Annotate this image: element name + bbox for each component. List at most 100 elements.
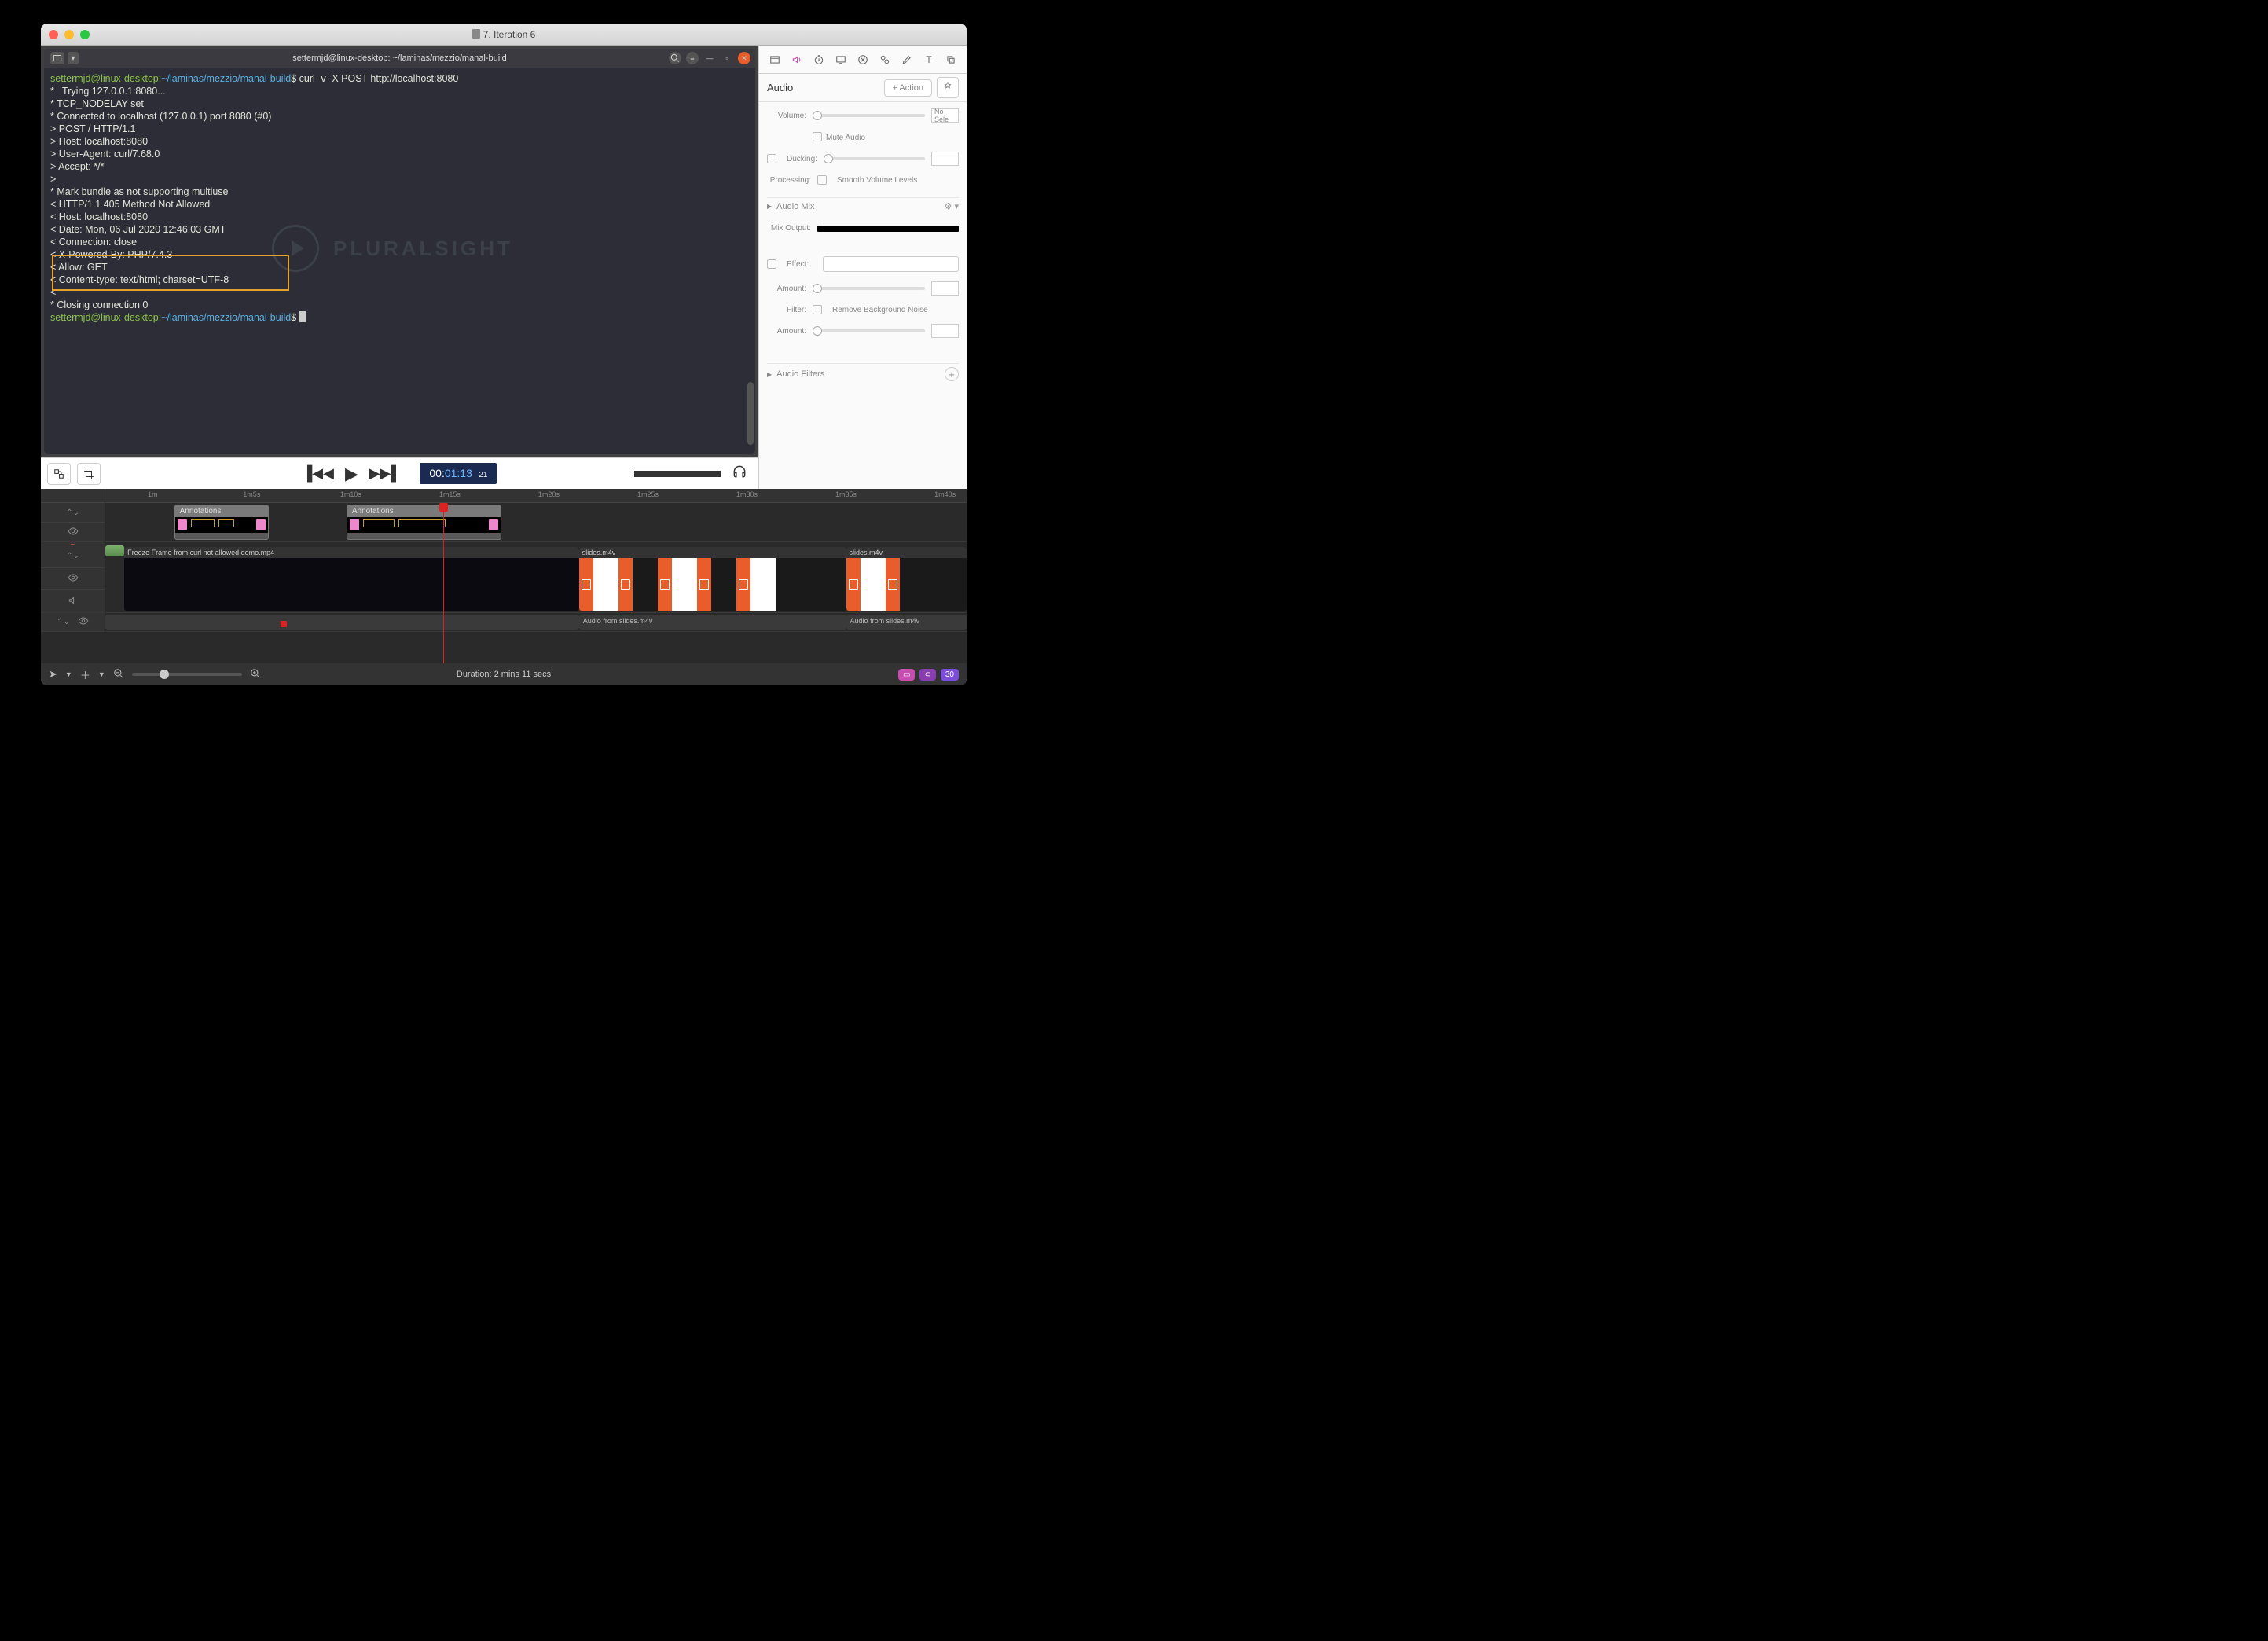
skip-forward-button[interactable]: ▶▶▌ [369,465,401,482]
chevron-down-icon[interactable]: ▼ [98,670,105,678]
video-tab-icon[interactable] [769,53,781,67]
effect-amount-value[interactable] [931,281,959,296]
menu-icon[interactable]: ≡ [686,52,699,64]
cursor [299,311,306,322]
audio-tab-icon[interactable] [791,53,803,67]
timeline-tracks[interactable]: ⌃⌄ Annotations Annotations 🔇 ⌃⌄ [41,503,967,663]
link-tab-icon[interactable] [879,53,891,67]
eye-icon[interactable] [78,615,89,629]
video-clip[interactable]: Freeze Frame from curl not allowed demo.… [124,547,579,611]
inspector-panel: Audio + Action Volume: No Sele Mute Audi… [758,46,967,489]
headphones-icon[interactable] [732,464,747,483]
skip-back-button[interactable]: ▐◀◀ [303,465,334,482]
filter-amount-value[interactable] [931,324,959,338]
effect-amount-slider[interactable] [813,287,925,290]
track-head-video[interactable]: ⌃⌄ [41,545,105,612]
add-filter-button[interactable]: + [945,367,959,381]
search-icon[interactable] [669,52,681,64]
eye-icon[interactable] [68,572,79,586]
maximize-icon[interactable]: ▫ [721,52,733,64]
preset-button[interactable] [937,77,959,98]
amount-label: Amount: [767,285,806,293]
callout-tab-icon[interactable] [857,53,869,67]
terminal-dropdown-icon[interactable]: ▾ [68,52,79,64]
annotation-clip[interactable]: Annotations [174,505,270,540]
filter-amount-slider[interactable] [813,329,925,332]
window-title: 7. Iteration 6 [41,29,967,40]
timeline-toolbar: ➤ ▼ ＋ ▼ Duration: 2 mins 11 secs ▭ ⊂ 30 [41,663,967,685]
ducking-value[interactable] [931,152,959,166]
effect-checkbox[interactable] [767,259,776,269]
video-clip[interactable]: slides.m4v [579,547,846,611]
zoom-out-icon[interactable] [113,668,124,681]
noise-checkbox[interactable] [813,305,822,314]
playback-bar: ▐◀◀ ▶ ▶▶▌ 00:01:13 21 [41,457,758,489]
screen-tab-icon[interactable] [835,53,847,67]
chevron-icon[interactable]: ⌃⌄ [66,508,79,517]
canvas-area[interactable]: ▾ settermjd@linux-desktop: ~/laminas/mez… [41,46,758,457]
chevron-down-icon[interactable]: ▼ [65,670,72,678]
crop-button[interactable] [77,463,101,485]
ducking-checkbox[interactable] [767,154,776,163]
audio-clip[interactable] [105,615,579,630]
track-head-audio[interactable]: ⌃⌄ [41,613,105,631]
audio-clip[interactable]: Audio from slides.m4v [579,615,846,630]
eye-icon[interactable] [68,526,79,539]
timecode-display[interactable]: 00:01:13 21 [420,463,497,484]
pen-tab-icon[interactable] [901,53,913,67]
duration-label: Duration: 2 mins 11 secs [457,670,551,679]
marker-pill-icon[interactable]: ▭ [898,669,915,681]
mute-checkbox[interactable]: Mute Audio [813,132,959,142]
audio-clip[interactable]: Audio from slides.m4v [846,615,967,630]
watermark: PLURALSIGHT [272,225,513,272]
chevron-icon[interactable]: ⌃⌄ [57,618,70,626]
playhead[interactable] [443,503,444,663]
terminal-body[interactable]: PLURALSIGHT settermjd@linux-desktop:~/la… [44,68,755,454]
add-action-button[interactable]: + Action [884,79,932,97]
smooth-checkbox[interactable] [817,175,827,185]
volume-value[interactable]: No Sele [931,108,959,123]
text-tab-icon[interactable] [923,53,935,67]
annotation-clip[interactable]: Annotations [347,505,501,540]
effect-select[interactable] [823,256,959,272]
video-clip[interactable]: slides.m4v [846,547,967,611]
layers-tab-icon[interactable] [945,53,957,67]
play-button[interactable]: ▶ [345,464,358,484]
audio-mix-section[interactable]: ▶Audio Mix⚙ ▾ [767,197,959,215]
effect-label: Effect: [787,260,817,269]
ducking-slider[interactable] [824,157,925,160]
zoom-slider[interactable] [132,673,242,676]
app-window: 7. Iteration 6 ▾ settermjd@linux-desktop… [41,24,967,685]
filter-label: Filter: [767,306,806,314]
terminal-title: settermjd@linux-desktop: ~/laminas/mezzi… [44,53,755,63]
timing-tab-icon[interactable] [813,53,825,67]
audio-filters-section[interactable]: ▶Audio Filters+ [767,363,959,384]
magnet-pill-icon[interactable]: ⊂ [919,669,935,681]
speaker-icon[interactable] [68,595,79,608]
gear-icon[interactable]: ⚙ ▾ [945,201,959,211]
terminal-tab-icon[interactable] [50,52,64,64]
close-icon[interactable]: ✕ [738,52,750,64]
freeze-frame-clip[interactable] [105,545,124,556]
fps-pill[interactable]: 30 [941,669,959,681]
ducking-label: Ducking: [787,155,817,163]
zoom-in-icon[interactable] [250,668,261,681]
chevron-icon[interactable]: ⌃⌄ [66,552,79,560]
mix-output-meter [817,226,959,232]
document-icon [472,29,480,39]
timeline: 1m 1m5s 1m10s 1m15s 1m20s 1m25s 1m30s 1m… [41,489,967,685]
pointer-tool-icon[interactable]: ➤ [49,668,57,681]
terminal-window: ▾ settermjd@linux-desktop: ~/laminas/mez… [44,49,755,454]
processing-label: Processing: [767,176,811,185]
scrollbar-thumb[interactable] [747,382,754,445]
inspector-title: Audio [767,82,879,94]
inspector-toolbar [759,46,967,74]
detach-button[interactable] [47,463,71,485]
add-button[interactable]: ＋ [80,667,90,682]
track-head-annotations[interactable]: ⌃⌄ [41,503,105,541]
minimize-icon[interactable]: — [703,52,716,64]
volume-label: Volume: [767,112,806,120]
audio-meter [634,471,721,477]
timeline-ruler[interactable]: 1m 1m5s 1m10s 1m15s 1m20s 1m25s 1m30s 1m… [41,489,967,503]
volume-slider[interactable] [813,114,925,117]
